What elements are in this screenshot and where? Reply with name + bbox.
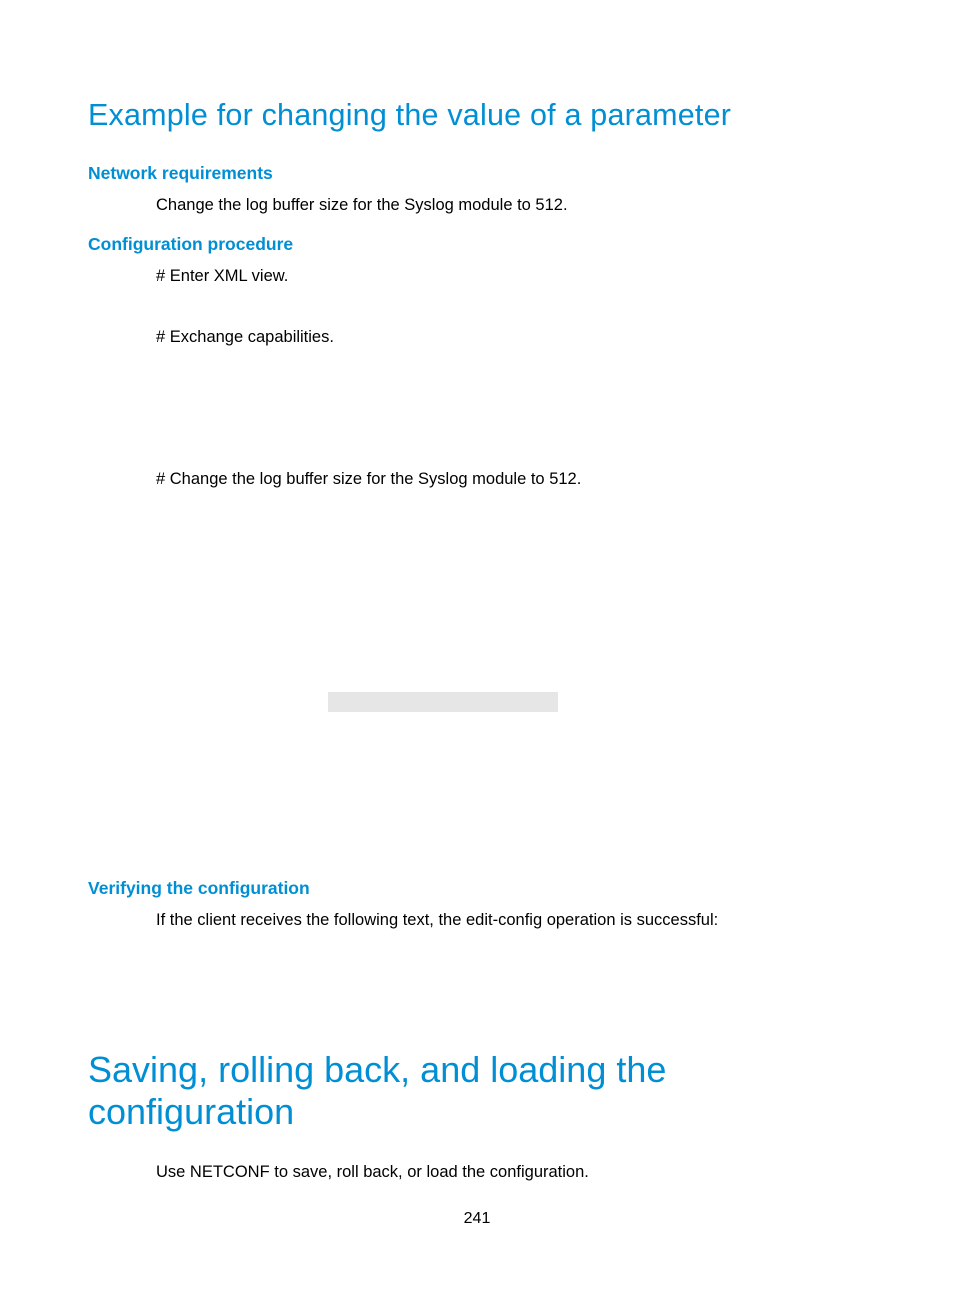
page-number: 241	[0, 1210, 954, 1228]
paragraph-network-requirements: Change the log buffer size for the Syslo…	[156, 194, 866, 216]
section-heading-example: Example for changing the value of a para…	[88, 98, 866, 133]
document-page: Example for changing the value of a para…	[0, 0, 954, 1184]
subheading-configuration-procedure: Configuration procedure	[88, 234, 866, 255]
redacted-block	[328, 692, 558, 712]
subheading-verifying-configuration: Verifying the configuration	[88, 878, 866, 899]
step-change-log-buffer: # Change the log buffer size for the Sys…	[156, 468, 866, 490]
paragraph-verifying-configuration: If the client receives the following tex…	[156, 909, 866, 931]
step-enter-xml-view: # Enter XML view.	[156, 265, 866, 287]
subheading-network-requirements: Network requirements	[88, 163, 866, 184]
step-exchange-capabilities: # Exchange capabilities.	[156, 326, 866, 348]
section-heading-saving: Saving, rolling back, and loading the co…	[88, 1049, 866, 1133]
paragraph-saving: Use NETCONF to save, roll back, or load …	[156, 1161, 866, 1183]
